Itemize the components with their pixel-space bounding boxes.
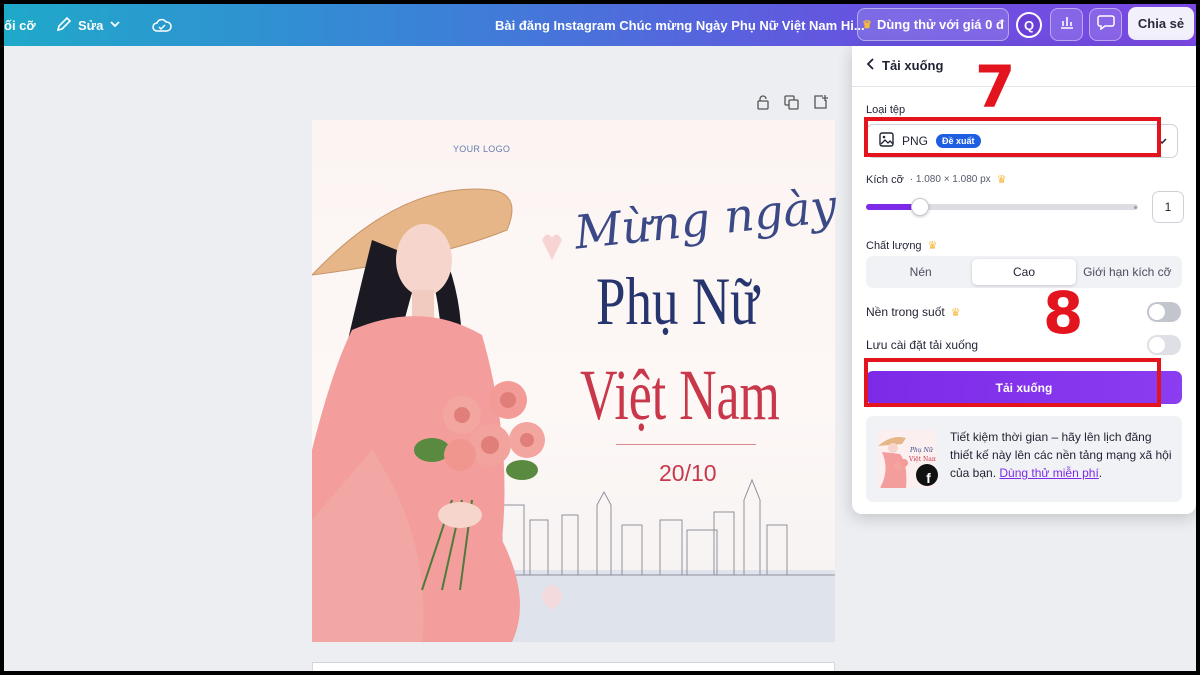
size-row: Kích cỡ · 1.080 × 1.080 px ♛ <box>866 173 1007 187</box>
slider-end-dot <box>1134 206 1137 209</box>
size-value: · 1.080 × 1.080 px <box>909 174 991 185</box>
promo-text: Tiết kiệm thời gian – hãy lên lịch đăng … <box>950 428 1176 482</box>
scale-input[interactable]: 1 <box>1152 191 1184 223</box>
design-divider <box>616 444 756 445</box>
save-settings-label: Lưu cài đặt tải xuống <box>866 338 979 352</box>
panel-title: Tải xuống <box>882 58 944 73</box>
crown-icon: ♛ <box>996 174 1007 186</box>
page-strip <box>312 662 835 671</box>
back-button[interactable]: Tải xuống <box>866 58 943 73</box>
edit-label: Sửa <box>78 17 104 33</box>
quality-selector: Nén Cao Giới hạn kích cỡ <box>866 256 1182 288</box>
annotation-box-file-type <box>864 117 1161 157</box>
annotation-box-download <box>864 358 1161 407</box>
back-chevron-icon <box>866 58 876 73</box>
quality-label: Chất lượng <box>866 239 922 252</box>
design-date: 20/10 <box>659 460 717 486</box>
document-title[interactable]: Bài đăng Instagram Chúc mừng Ngày Phụ Nữ… <box>495 4 865 46</box>
size-slider[interactable] <box>866 198 1138 216</box>
chevron-down-icon <box>109 18 121 33</box>
trial-label: Dùng thử với giá 0 đ <box>876 17 1004 32</box>
resize-label: ối cỡ <box>4 17 36 33</box>
lock-icon[interactable] <box>756 95 770 115</box>
duplicate-icon[interactable] <box>784 95 799 115</box>
quality-option-compressed[interactable]: Nén <box>869 259 972 285</box>
svg-text:Phụ Nữ: Phụ Nữ <box>909 447 934 454</box>
promo-end: . <box>1098 466 1103 480</box>
resize-button[interactable]: ối cỡ <box>4 4 36 46</box>
crown-icon: ♛ <box>862 19 872 31</box>
save-settings-toggle[interactable] <box>1147 335 1181 355</box>
comments-button[interactable] <box>1089 8 1122 41</box>
design-title-line2: Phụ Nữ <box>596 263 759 339</box>
edit-menu-button[interactable]: Sửa <box>56 4 121 46</box>
facebook-icon: f <box>916 464 938 486</box>
transparent-bg-row: Nền trong suốt ♛ <box>866 305 961 319</box>
pencil-icon <box>56 16 72 35</box>
top-bar: ối cỡ Sửa Bài đăng Instagram Chúc mừng N… <box>4 4 1196 46</box>
file-type-label: Loại tệp <box>866 104 906 116</box>
transparent-bg-label: Nền trong suốt <box>866 305 945 319</box>
free-trial-button[interactable]: ♛ Dùng thử với giá 0 đ <box>857 8 1009 41</box>
size-label: Kích cỡ <box>866 173 904 186</box>
annotation-step-8: 8 <box>1043 279 1084 347</box>
share-button[interactable]: Chia sẻ <box>1128 7 1194 40</box>
cloud-check-icon[interactable] <box>152 4 172 46</box>
avatar[interactable]: Q <box>1016 12 1042 38</box>
annotation-step-7: 7 <box>975 53 1016 121</box>
crown-icon: ♛ <box>927 240 938 252</box>
logo-placeholder: YOUR LOGO <box>453 144 511 154</box>
quality-row: Chất lượng ♛ <box>866 239 938 253</box>
free-trial-link[interactable]: Dùng thử miễn phí <box>999 466 1098 480</box>
quality-option-size-limit[interactable]: Giới hạn kích cỡ <box>1076 259 1179 285</box>
svg-text:Việt Nam: Việt Nam <box>908 456 936 463</box>
divider <box>852 86 1196 87</box>
slider-handle[interactable] <box>911 198 930 216</box>
schedule-promo: Phụ Nữ Việt Nam f Tiết kiệm thời gian – … <box>866 416 1182 502</box>
add-page-icon[interactable] <box>813 95 828 115</box>
design-title-line3: Việt Nam <box>580 355 780 435</box>
app-window: ối cỡ Sửa Bài đăng Instagram Chúc mừng N… <box>4 4 1196 671</box>
page-tools <box>756 95 828 115</box>
insights-button[interactable] <box>1050 8 1083 41</box>
transparent-bg-toggle[interactable] <box>1147 302 1181 322</box>
bar-chart-icon <box>1059 14 1075 35</box>
crown-icon: ♛ <box>950 306 961 319</box>
comment-icon <box>1096 14 1115 35</box>
